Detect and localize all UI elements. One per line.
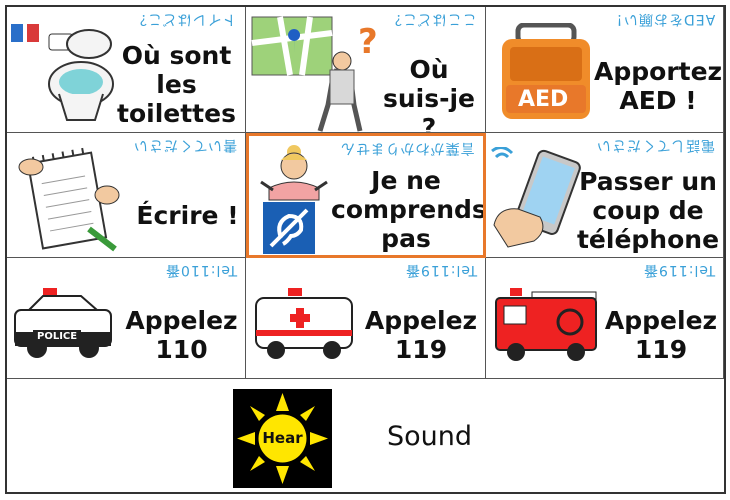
ambulance-icon [255, 288, 353, 359]
card-ambulance[interactable]: Tel:119番 Appelez 119 [246, 258, 486, 379]
label-line: Appelez [604, 306, 718, 335]
label-line: Apportez [594, 57, 723, 86]
card-grid: トイレはどこ？ Où sont les toilettes ? ここはどこ？ [7, 7, 724, 379]
label-line: toilettes ? [117, 99, 236, 132]
communication-board: トイレはどこ？ Où sont les toilettes ? ここはどこ？ [5, 5, 726, 494]
card-fire-truck[interactable]: Tel:119番 Appelez 119 [486, 258, 724, 379]
card-dont-understand[interactable]: 言葉がわかりません Je ne comprends pas [246, 133, 486, 258]
hearing-impaired-icon [263, 202, 315, 254]
label-line: Passer un [579, 167, 717, 196]
label-line: 119 [394, 335, 448, 364]
card-aed[interactable]: AEDをお願い！ AED Apportez AED ! [486, 7, 724, 133]
police-car-icon [14, 288, 112, 358]
card-label: Appelez 119 [358, 306, 484, 364]
card-jp-caption: 言葉がわかりません [340, 140, 475, 156]
label-line: comprends [331, 195, 486, 224]
card-label: Passer un coup de téléphone ! [572, 167, 723, 257]
label-line: Où sont [121, 41, 232, 70]
card-jp-caption: Tel:119番 [642, 262, 715, 278]
card-where-am-i[interactable]: ここはどこ？ ? Où suis-je ? [246, 7, 486, 133]
sound-text: Sound [387, 421, 473, 452]
sound-row: Hear Sound [7, 379, 724, 492]
hear-label: Hear [262, 429, 303, 447]
card-jp-caption: 書いてください [132, 137, 237, 153]
aed-text: AED [518, 87, 569, 112]
card-police[interactable]: Tel:110番 POLICE Appelez 110 [7, 258, 246, 379]
card-jp-caption: 電話してください [595, 137, 715, 153]
map-person-icon: ? [251, 16, 378, 132]
smartphone-icon [491, 147, 581, 248]
label-line: AED ! [619, 86, 697, 115]
card-label: Écrire ! [135, 201, 240, 230]
card-jp-caption: AEDをお願い！ [607, 11, 715, 27]
hear-button[interactable]: Hear [233, 389, 332, 488]
card-jp-caption: ここはどこ？ [387, 11, 477, 27]
label-line: 110 [155, 335, 208, 364]
label-line: téléphone ! [576, 225, 720, 257]
label-line: Appelez [125, 306, 238, 335]
label-line: pas [381, 224, 431, 253]
label-line: 119 [634, 335, 688, 364]
notepad-icon [18, 147, 120, 252]
card-write[interactable]: 書いてください Écrire ! [7, 133, 246, 258]
label-line: Où [409, 55, 449, 84]
label-line: Je ne [371, 166, 441, 195]
card-label: Où sont les toilettes ? [109, 41, 244, 132]
card-label: Apportez AED ! [594, 57, 722, 115]
label-line: Appelez [364, 306, 478, 335]
card-jp-caption: トイレはどこ？ [132, 11, 237, 27]
fire-truck-icon [495, 288, 597, 361]
card-label: Appelez 110 [119, 306, 244, 364]
card-label: Appelez 119 [600, 306, 722, 364]
card-jp-caption: Tel:110番 [164, 262, 237, 278]
card-toilet[interactable]: トイレはどこ？ Où sont les toilettes ? [7, 7, 246, 133]
card-phone[interactable]: 電話してください Passer un coup de téléphone ! [486, 133, 724, 258]
label-line: les [156, 70, 197, 99]
label-line: suis-je ? [382, 84, 476, 133]
card-label: Je ne comprends pas [331, 166, 486, 253]
card-jp-caption: Tel:119番 [404, 262, 477, 278]
label-line: coup de [592, 196, 704, 225]
card-label: Où suis-je ? [374, 55, 484, 133]
police-text: POLICE [33, 330, 82, 343]
confused-woman-icon [260, 145, 328, 201]
toilet-icon [11, 24, 114, 121]
label-line: Écrire ! [136, 201, 239, 230]
